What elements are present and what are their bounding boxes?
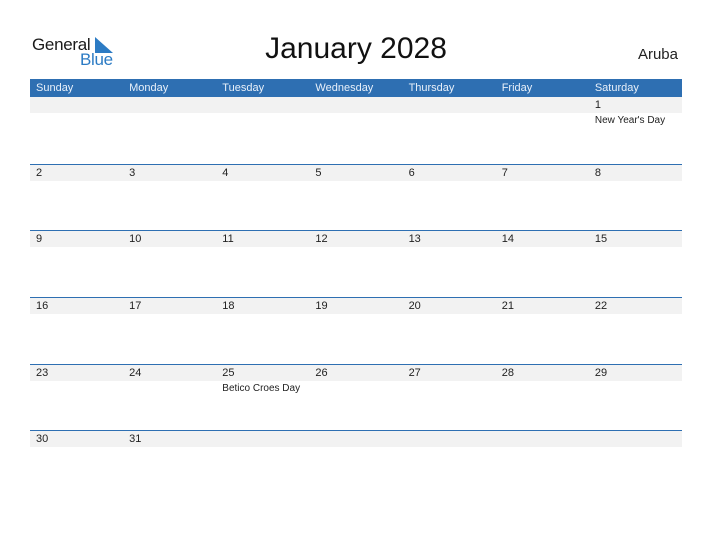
day-cell: 6 [403,165,496,231]
day-cell: 22 [589,298,682,364]
calendar-title: January 2028 [265,32,447,65]
day-number: 20 [408,300,421,313]
day-number: 14 [501,233,514,246]
day-number: 8 [594,166,601,179]
day-cell: 28 [496,365,589,431]
day-number: 7 [501,166,508,179]
holiday-label: Betico Croes Day [222,382,301,394]
day-cell [123,97,216,164]
day-number: 5 [315,166,322,179]
day-number: 31 [129,433,142,446]
day-number: 27 [408,366,421,379]
week-row: 16 17 18 19 20 21 22 [30,297,682,364]
day-number: 10 [129,233,142,246]
day-cell [589,431,682,497]
day-cell: 24 [123,365,216,431]
day-cell [216,97,309,164]
day-number: 16 [36,300,49,313]
week-row: 9 10 11 12 13 14 15 [30,230,682,297]
day-number: 12 [315,233,328,246]
day-cell: 20 [403,298,496,364]
weekday-sunday: Sunday [36,82,74,94]
weekday-saturday: Saturday [594,82,639,94]
day-cell: 9 [30,231,123,297]
week-days: 16 17 18 19 20 21 22 [30,298,682,364]
day-cell: 7 [496,165,589,231]
day-cell [496,431,589,497]
holiday-label: New Year's Day [594,115,666,126]
country-label: Aruba [637,46,678,63]
day-cell: 16 [30,298,123,364]
day-number: 21 [501,300,514,313]
day-cell: 30 [30,431,123,497]
weekday-header: Sunday Monday Tuesday Wednesday Thursday… [30,79,682,97]
weekday-monday: Monday [129,82,169,94]
week-days: 1 New Year's Day [30,97,682,164]
day-number: 29 [594,366,608,379]
weeks-container: 1 New Year's Day 2 3 4 5 6 7 8 9 10 11 12 13 14 15 16 17 1… [30,97,682,497]
day-cell: 1 New Year's Day [589,97,682,164]
weekday-friday: Friday [501,82,533,94]
day-number: 9 [36,233,43,246]
day-cell: 3 [123,165,216,231]
day-cell: 21 [496,298,589,364]
day-cell [496,97,589,164]
week-row: 30 31 [30,430,682,497]
day-cell: 29 [589,365,682,431]
day-cell: 17 [123,298,216,364]
day-number: 23 [36,366,49,379]
day-number: 18 [222,300,235,313]
week-row: 2 3 4 5 6 7 8 [30,163,682,231]
day-cell [30,97,123,164]
calendar-grid: Sunday Monday Tuesday Wednesday Thursday… [30,79,682,497]
day-cell: 8 [589,165,682,231]
day-number: 13 [408,233,421,246]
day-cell: 15 [589,231,682,297]
day-number: 11 [222,233,234,246]
day-number: 4 [222,166,229,179]
day-cell: 10 [123,231,216,297]
day-number: 15 [594,233,608,246]
day-cell: 11 [216,231,309,297]
week-days: 30 31 [30,431,682,497]
day-cell: 23 [30,365,123,431]
day-cell: 13 [403,231,496,297]
week-days: 2 3 4 5 6 7 8 [30,165,682,231]
day-cell: 5 [309,165,402,231]
day-cell: 31 [123,431,216,497]
week-row: 1 New Year's Day [30,97,682,164]
day-number: 17 [129,300,142,313]
day-number: 26 [315,366,328,379]
day-number: 24 [129,366,142,379]
day-number: 19 [315,300,328,313]
day-cell [309,431,402,497]
weekday-wednesday: Wednesday [315,82,374,94]
day-cell: 27 [403,365,496,431]
weekday-thursday: Thursday [408,82,455,94]
week-days: 9 10 11 12 13 14 15 [30,231,682,297]
day-number: 1 [594,99,601,111]
day-cell: 18 [216,298,309,364]
day-cell [403,97,496,164]
day-cell: 12 [309,231,402,297]
day-cell: 26 [309,365,402,431]
day-cell: 2 [30,165,123,231]
day-number: 2 [36,166,43,179]
day-cell: 19 [309,298,402,364]
day-number: 6 [408,166,415,179]
weekday-tuesday: Tuesday [222,82,265,94]
day-cell: 4 [216,165,309,231]
day-cell [216,431,309,497]
day-cell [309,97,402,164]
day-cell [403,431,496,497]
week-row: 23 24 25 Betico Croes Day 26 27 28 29 [30,363,682,431]
day-number: 3 [129,166,136,179]
day-cell: 25 Betico Croes Day [216,365,309,431]
day-number: 22 [594,300,608,313]
day-cell: 14 [496,231,589,297]
day-number: 25 [222,366,235,379]
day-number: 30 [36,433,49,446]
week-days: 23 24 25 Betico Croes Day 26 27 28 29 [30,365,682,431]
day-number: 28 [501,366,514,379]
